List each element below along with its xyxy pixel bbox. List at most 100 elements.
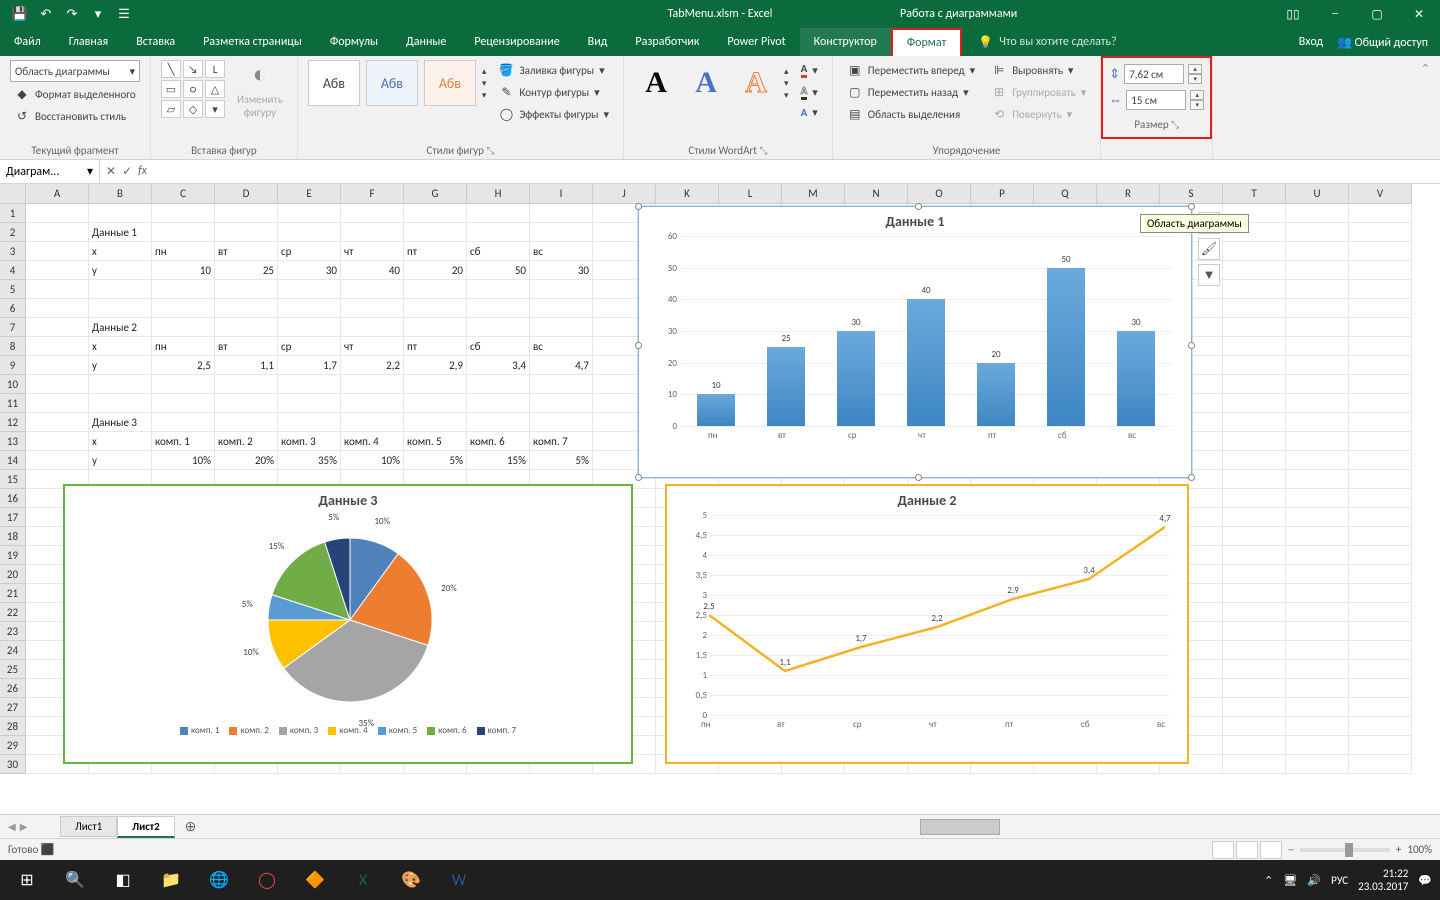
- bar-пт[interactable]: [977, 363, 1015, 426]
- cell-V21[interactable]: [1349, 584, 1412, 603]
- cell-U25[interactable]: [1286, 660, 1349, 679]
- shape-gallery[interactable]: ╲↘L ▭○△ ▱◇▾: [161, 60, 225, 118]
- excel-icon[interactable]: X: [340, 860, 386, 900]
- cell-F10[interactable]: [341, 375, 404, 394]
- cell-E5[interactable]: [278, 280, 341, 299]
- cell-V4[interactable]: [1349, 261, 1412, 280]
- cell-G2[interactable]: [404, 223, 467, 242]
- cell-V7[interactable]: [1349, 318, 1412, 337]
- cell-V19[interactable]: [1349, 546, 1412, 565]
- cell-V9[interactable]: [1349, 356, 1412, 375]
- cell-C4[interactable]: 10: [152, 261, 215, 280]
- cell-V17[interactable]: [1349, 508, 1412, 527]
- cell-F14[interactable]: 10%: [341, 451, 404, 470]
- cell-G13[interactable]: комп. 5: [404, 432, 467, 451]
- cell-U1[interactable]: [1286, 204, 1349, 223]
- cell-T11[interactable]: [1223, 394, 1286, 413]
- zoom-in-button[interactable]: +: [1396, 843, 1401, 856]
- legend-item-6[interactable]: комп. 7: [477, 725, 516, 736]
- row-header-25[interactable]: 25: [0, 660, 25, 679]
- reset-style-button[interactable]: ↺Восстановить стиль: [10, 106, 140, 126]
- cell-C3[interactable]: пн: [152, 242, 215, 261]
- cell-U4[interactable]: [1286, 261, 1349, 280]
- notification-icon[interactable]: 💬: [1418, 874, 1432, 887]
- cell-A14[interactable]: [26, 451, 89, 470]
- cell-B7[interactable]: Данные 2: [89, 318, 152, 337]
- bar-вс[interactable]: [1117, 331, 1155, 426]
- sheet-next[interactable]: ▶: [20, 820, 28, 833]
- cell-G7[interactable]: [404, 318, 467, 337]
- cell-U20[interactable]: [1286, 565, 1349, 584]
- shape-fill-button[interactable]: 🪣Заливка фигуры ▾: [494, 60, 613, 80]
- task-view-button[interactable]: ◧: [100, 860, 146, 900]
- cell-F2[interactable]: [341, 223, 404, 242]
- cell-T15[interactable]: [1223, 470, 1286, 489]
- cell-A10[interactable]: [26, 375, 89, 394]
- cell-U10[interactable]: [1286, 375, 1349, 394]
- cell-F5[interactable]: [341, 280, 404, 299]
- cell-V1[interactable]: [1349, 204, 1412, 223]
- chart3-title[interactable]: Данные 3: [65, 486, 631, 515]
- touch-mode-button[interactable]: ☰: [112, 3, 136, 25]
- cell-E12[interactable]: [278, 413, 341, 432]
- cell-G14[interactable]: 5%: [404, 451, 467, 470]
- cell-T13[interactable]: [1223, 432, 1286, 451]
- minimize-button[interactable]: ─: [1314, 0, 1356, 28]
- spreadsheet-grid[interactable]: ABCDEFGHIJKLMNOPQRSTUV 12345678910111213…: [0, 184, 1440, 814]
- cell-D11[interactable]: [215, 394, 278, 413]
- cell-E14[interactable]: 35%: [278, 451, 341, 470]
- view-buttons[interactable]: [1212, 841, 1282, 859]
- cell-A1[interactable]: [26, 204, 89, 223]
- cell-D10[interactable]: [215, 375, 278, 394]
- cell-U17[interactable]: [1286, 508, 1349, 527]
- row-header-17[interactable]: 17: [0, 508, 25, 527]
- cell-A2[interactable]: [26, 223, 89, 242]
- width-input[interactable]: 15 см: [1126, 90, 1186, 110]
- cell-U14[interactable]: [1286, 451, 1349, 470]
- cell-H13[interactable]: комп. 6: [467, 432, 530, 451]
- row-header-28[interactable]: 28: [0, 717, 25, 736]
- row-header-12[interactable]: 12: [0, 413, 25, 432]
- cell-E9[interactable]: 1,7: [278, 356, 341, 375]
- cell-D4[interactable]: 25: [215, 261, 278, 280]
- cell-H2[interactable]: [467, 223, 530, 242]
- cell-T28[interactable]: [1223, 717, 1286, 736]
- cell-C14[interactable]: 10%: [152, 451, 215, 470]
- shape-effects-button[interactable]: ◯Эффекты фигуры ▾: [494, 104, 613, 124]
- col-header-J[interactable]: J: [593, 184, 656, 203]
- tray-arrow-icon[interactable]: ⌃: [1264, 874, 1273, 887]
- cell-V15[interactable]: [1349, 470, 1412, 489]
- cell-T8[interactable]: [1223, 337, 1286, 356]
- dialog-launcher-wordart[interactable]: ⤡: [759, 144, 767, 157]
- cell-A13[interactable]: [26, 432, 89, 451]
- cell-U11[interactable]: [1286, 394, 1349, 413]
- sheet-prev[interactable]: ◀: [8, 820, 16, 833]
- row-header-1[interactable]: 1: [0, 204, 25, 223]
- cell-H9[interactable]: 3,4: [467, 356, 530, 375]
- cell-U13[interactable]: [1286, 432, 1349, 451]
- opera-icon[interactable]: ◯: [244, 860, 290, 900]
- cell-V6[interactable]: [1349, 299, 1412, 318]
- bar-ср[interactable]: [837, 331, 875, 426]
- row-header-22[interactable]: 22: [0, 603, 25, 622]
- cell-U3[interactable]: [1286, 242, 1349, 261]
- row-header-19[interactable]: 19: [0, 546, 25, 565]
- cell-I9[interactable]: 4,7: [530, 356, 593, 375]
- cell-I5[interactable]: [530, 280, 593, 299]
- cell-V26[interactable]: [1349, 679, 1412, 698]
- vlc-icon[interactable]: 🔶: [292, 860, 338, 900]
- cell-F13[interactable]: комп. 4: [341, 432, 404, 451]
- bar-сб[interactable]: [1047, 268, 1085, 426]
- cell-T20[interactable]: [1223, 565, 1286, 584]
- cell-T9[interactable]: [1223, 356, 1286, 375]
- cell-C1[interactable]: [152, 204, 215, 223]
- legend-item-5[interactable]: комп. 6: [427, 725, 466, 736]
- chart-format-tab[interactable]: Формат: [891, 28, 962, 56]
- dialog-launcher-styles[interactable]: ⤡: [486, 144, 494, 157]
- cell-E7[interactable]: [278, 318, 341, 337]
- file-explorer-icon[interactable]: 📁: [148, 860, 194, 900]
- bring-forward-button[interactable]: ▣Переместить вперед ▾: [843, 60, 979, 80]
- zoom-slider[interactable]: [1300, 848, 1390, 852]
- cell-D14[interactable]: 20%: [215, 451, 278, 470]
- cell-T21[interactable]: [1223, 584, 1286, 603]
